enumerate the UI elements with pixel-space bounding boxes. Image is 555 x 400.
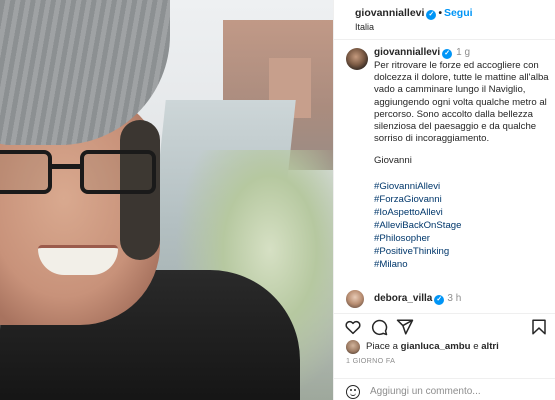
post-caption: giovanniallevi ✓ 1 g Per ritrovare le forz… <box>374 46 552 271</box>
save-button[interactable] <box>530 318 548 336</box>
caption-username[interactable]: giovanniallevi <box>374 47 440 58</box>
likes-text: Piace a gianluca_ambu e altri <box>366 341 499 352</box>
hashtag-link[interactable]: #Milano <box>374 258 552 271</box>
comment-icon <box>371 319 388 336</box>
comment-avatar[interactable] <box>346 290 364 308</box>
verified-badge-icon: ✓ <box>426 10 437 20</box>
glasses-bridge <box>50 164 82 169</box>
likes-others-link[interactable]: altri <box>481 341 499 352</box>
follow-button[interactable]: Segui <box>444 7 473 19</box>
hashtag-link[interactable]: #GiovanniAllevi <box>374 180 552 193</box>
photo-glasses <box>0 150 158 196</box>
likes-connector: e <box>473 341 479 352</box>
post-side-panel: giovanniallevi ✓ • Segui Italia giovanniall… <box>333 0 555 400</box>
share-button[interactable] <box>396 318 414 336</box>
hashtag-link[interactable]: #ForzaGiovanni <box>374 193 552 206</box>
share-icon <box>396 319 414 335</box>
header-username[interactable]: giovanniallevi <box>355 7 424 19</box>
action-bar <box>334 313 555 337</box>
comment-button[interactable] <box>370 318 388 336</box>
header-user-line: giovanniallevi ✓ • Segui <box>355 7 473 20</box>
caption-avatar[interactable] <box>346 48 368 70</box>
caption-verified-badge-icon: ✓ <box>442 49 453 59</box>
glasses-lens-right <box>80 150 156 194</box>
hashtag-link[interactable]: #PositiveThinking <box>374 245 552 258</box>
comment-username[interactable]: debora_villa <box>374 293 432 304</box>
emoji-icon[interactable] <box>346 385 360 399</box>
comment-input[interactable] <box>370 383 520 399</box>
header-separator: • <box>438 8 442 19</box>
header-location[interactable]: Italia <box>355 22 374 32</box>
post-header: giovanniallevi ✓ • Segui Italia <box>334 0 555 40</box>
caption-text: Per ritrovare le forze ed accogliere con… <box>374 60 549 145</box>
glasses-lens-left <box>0 150 52 194</box>
hashtag-link[interactable]: #Philosopher <box>374 232 552 245</box>
hashtag-link[interactable]: #AlleviBackOnStage <box>374 219 552 232</box>
like-button[interactable] <box>344 318 362 336</box>
caption-time[interactable]: 1 g <box>456 47 470 58</box>
comment-time: 3 h <box>447 293 462 304</box>
post-date[interactable]: 1 GIORNO FA <box>346 356 395 365</box>
comment-user-line: debora_villa ✓ 3 h <box>374 293 461 305</box>
heart-icon <box>345 320 361 335</box>
liker-username[interactable]: gianluca_ambu <box>401 341 471 352</box>
comment-verified-badge-icon: ✓ <box>434 295 445 305</box>
caption-user-line: giovanniallevi ✓ 1 g <box>374 46 552 60</box>
add-comment-bar <box>334 378 555 400</box>
hashtag-link[interactable]: #IoAspettoAllevi <box>374 206 552 219</box>
caption-hashtags: #GiovanniAllevi #ForzaGiovanni #IoAspett… <box>374 180 552 271</box>
liker-avatar[interactable] <box>346 340 360 354</box>
photo-smile <box>38 245 118 275</box>
post-photo[interactable] <box>0 0 333 400</box>
comment-row: debora_villa ✓ 3 h <box>346 290 552 308</box>
bookmark-icon <box>532 319 546 335</box>
likes-prefix: Piace a <box>366 341 398 352</box>
caption-signature: Giovanni <box>374 155 412 167</box>
